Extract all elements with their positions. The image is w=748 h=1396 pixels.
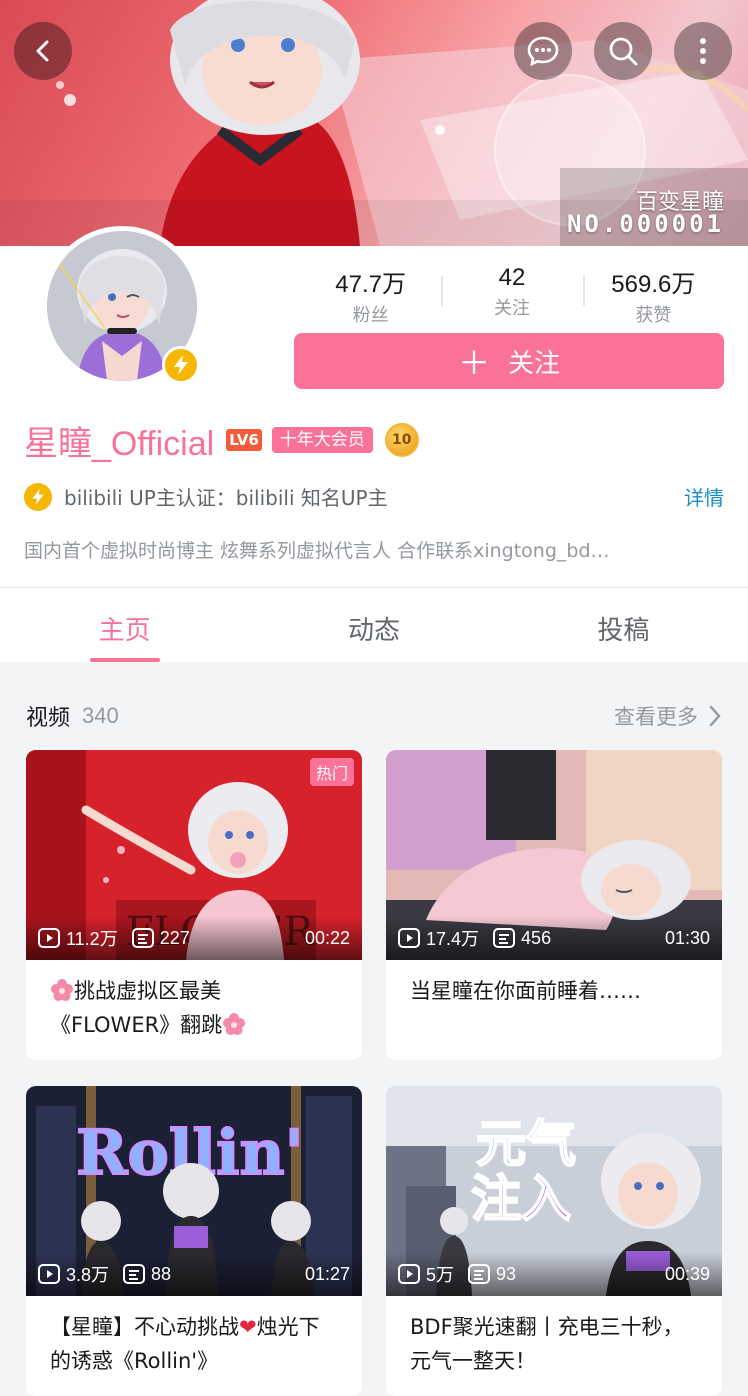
back-arrow-icon [36,40,49,62]
video-title-line1: 【星瞳】不心动挑战 [50,1315,239,1339]
video-meta: 11.2万 227 00:22 [26,916,362,960]
profile-page: 百变星瞳 NO.000001 47.7万 粉丝 42 关注 569.6万 获赞 … [0,0,748,1396]
video-meta: 17.4万 456 01:30 [386,916,722,960]
stat-fans-label: 粉丝 [352,305,389,326]
sakura-icon [51,979,73,1001]
see-more-link[interactable]: 查看更多 [614,701,722,731]
more-vertical-icon [700,38,706,64]
video-thumbnail[interactable]: Rollin' 3.8万 88 01:27 [26,1086,362,1296]
stat-following[interactable]: 42 关注 [441,264,582,324]
stat-fans-value: 47.7万 [335,271,407,298]
play-count-icon [38,928,60,948]
bio-text[interactable]: 国内首个虚拟时尚博主 炫舞系列虚拟代言人 合作联系xingtong_bd… [24,536,724,563]
medal-badge[interactable]: 10 [384,423,419,457]
video-duration: 01:27 [304,1263,350,1284]
video-card[interactable]: 元气 注入 5万 93 00:39 BDF聚光速翻丨充电三十秒，元气一整天！ [386,1086,722,1396]
search-icon [609,37,638,66]
banner-badge-number: NO.000001 [566,210,724,238]
level-badge: LV6 [226,429,262,451]
profile-card: 47.7万 粉丝 42 关注 569.6万 获赞 ＋ 关注 星瞳_Officia… [0,226,748,586]
chevron-right-icon [709,705,721,727]
danmaku-count: 456 [521,927,552,948]
danmaku-icon [468,1264,491,1284]
video-title[interactable]: 挑战虚拟区最美 《FLOWER》翻跳 [26,960,362,1042]
video-card[interactable]: 17.4万 456 01:30 当星瞳在你面前睡着…… [386,750,722,1060]
svg-text:注入: 注入 [471,1170,571,1228]
plus-icon: ＋ [457,344,490,382]
videos-title: 视频 [26,706,71,731]
video-thumbnail[interactable]: 元气 注入 5万 93 00:39 [386,1086,722,1296]
play-count: 3.8万 [66,1265,110,1285]
video-thumbnail[interactable]: 17.4万 456 01:30 [386,750,722,960]
video-title-line2: 《FLOWER》翻跳 [50,1013,223,1037]
video-meta: 3.8万 88 01:27 [26,1252,362,1296]
video-card[interactable]: FLOWER 热门 11.2万 227 00:22 [26,750,362,1060]
see-more-label: 查看更多 [614,705,698,729]
play-count: 11.2万 [66,929,118,949]
video-duration: 01:30 [664,927,710,948]
svg-text:元气: 元气 [476,1115,576,1173]
username-row: 星瞳_Official LV6 十年大会员 10 [24,418,419,463]
stat-likes-label: 获赞 [635,305,672,326]
back-button[interactable] [14,22,72,80]
video-duration: 00:22 [304,927,350,948]
video-meta: 5万 93 00:39 [386,1252,722,1296]
username: 星瞳_Official [24,424,215,463]
play-count-icon [398,1264,420,1284]
search-button[interactable] [594,22,652,80]
video-title-line1: 挑战虚拟区最美 [74,979,221,1003]
follow-button[interactable]: ＋ 关注 [294,333,724,389]
videos-section-header: 视频 340 查看更多 [26,698,722,734]
play-count: 17.4万 [426,929,480,949]
details-link[interactable]: 详情 [684,482,724,511]
message-icon [527,36,559,67]
follow-button-label: 关注 [508,348,561,379]
vip-badge[interactable]: 十年大会员 [271,427,373,453]
stat-following-value: 42 [498,264,526,291]
hot-badge: 热门 [309,758,354,786]
stat-following-label: 关注 [493,298,530,319]
message-button[interactable] [514,22,572,80]
profile-tabs: 主页 动态 投稿 [0,587,748,662]
danmaku-count: 93 [496,1263,517,1284]
stat-likes-value: 569.6万 [611,271,696,298]
video-card[interactable]: Rollin' 3.8万 88 01:27 【星瞳】不心动挑战❤烛光下的诱惑《R… [26,1086,362,1396]
stats-row: 47.7万 粉丝 42 关注 569.6万 获赞 [300,264,724,326]
stat-likes[interactable]: 569.6万 获赞 [582,264,724,326]
verification-row: bilibili UP主认证：bilibili 知名UP主 详情 [24,482,724,511]
verification-text: bilibili UP主认证：bilibili 知名UP主 [64,486,388,510]
play-count-icon [398,928,420,948]
tab-uploads[interactable]: 投稿 [499,588,748,662]
danmaku-icon [123,1264,146,1284]
verified-badge [162,346,200,384]
danmaku-icon [131,928,154,948]
tab-home[interactable]: 主页 [0,588,249,662]
video-title[interactable]: 当星瞳在你面前睡着…… [386,960,722,1008]
danmaku-icon [493,928,516,948]
play-count-icon [38,1264,60,1284]
more-button[interactable] [674,22,732,80]
danmaku-count: 227 [159,927,190,948]
sakura-icon [223,1013,246,1035]
video-title[interactable]: 【星瞳】不心动挑战❤烛光下的诱惑《Rollin'》 [26,1296,362,1378]
tab-dynamics[interactable]: 动态 [249,588,498,662]
heart-icon: ❤ [239,1315,257,1339]
lightning-icon [174,355,188,375]
video-title[interactable]: BDF聚光速翻丨充电三十秒，元气一整天！ [386,1296,722,1378]
verify-lightning-icon [24,482,52,511]
video-duration: 00:39 [664,1263,710,1284]
danmaku-count: 88 [151,1263,172,1284]
videos-count: 340 [82,703,119,728]
stat-fans[interactable]: 47.7万 粉丝 [300,264,441,326]
video-thumbnail[interactable]: FLOWER 热门 11.2万 227 00:22 [26,750,362,960]
profile-banner: 百变星瞳 NO.000001 [0,0,748,246]
play-count: 5万 [426,1265,455,1285]
